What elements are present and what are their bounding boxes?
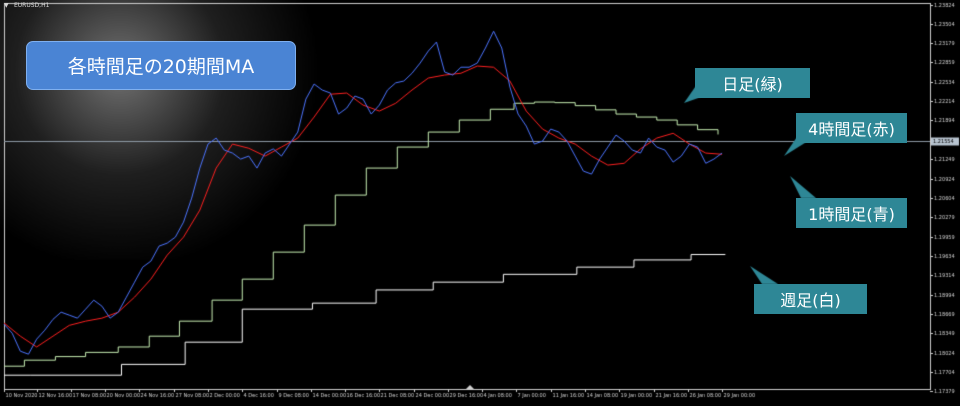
- symbol-menu-arrow-icon[interactable]: ▼: [4, 2, 9, 9]
- h1-ma-annotation: 1時間足(青): [796, 198, 907, 228]
- weekly-ma-annotation: 週足(白): [754, 284, 867, 314]
- daily-ma-annotation: 日足(緑): [695, 68, 810, 98]
- symbol-label: EURUSD,H1: [14, 2, 50, 9]
- title-annotation: 各時間足の20期間MA: [26, 41, 296, 90]
- h4-ma-annotation: 4時間足(赤): [796, 113, 907, 143]
